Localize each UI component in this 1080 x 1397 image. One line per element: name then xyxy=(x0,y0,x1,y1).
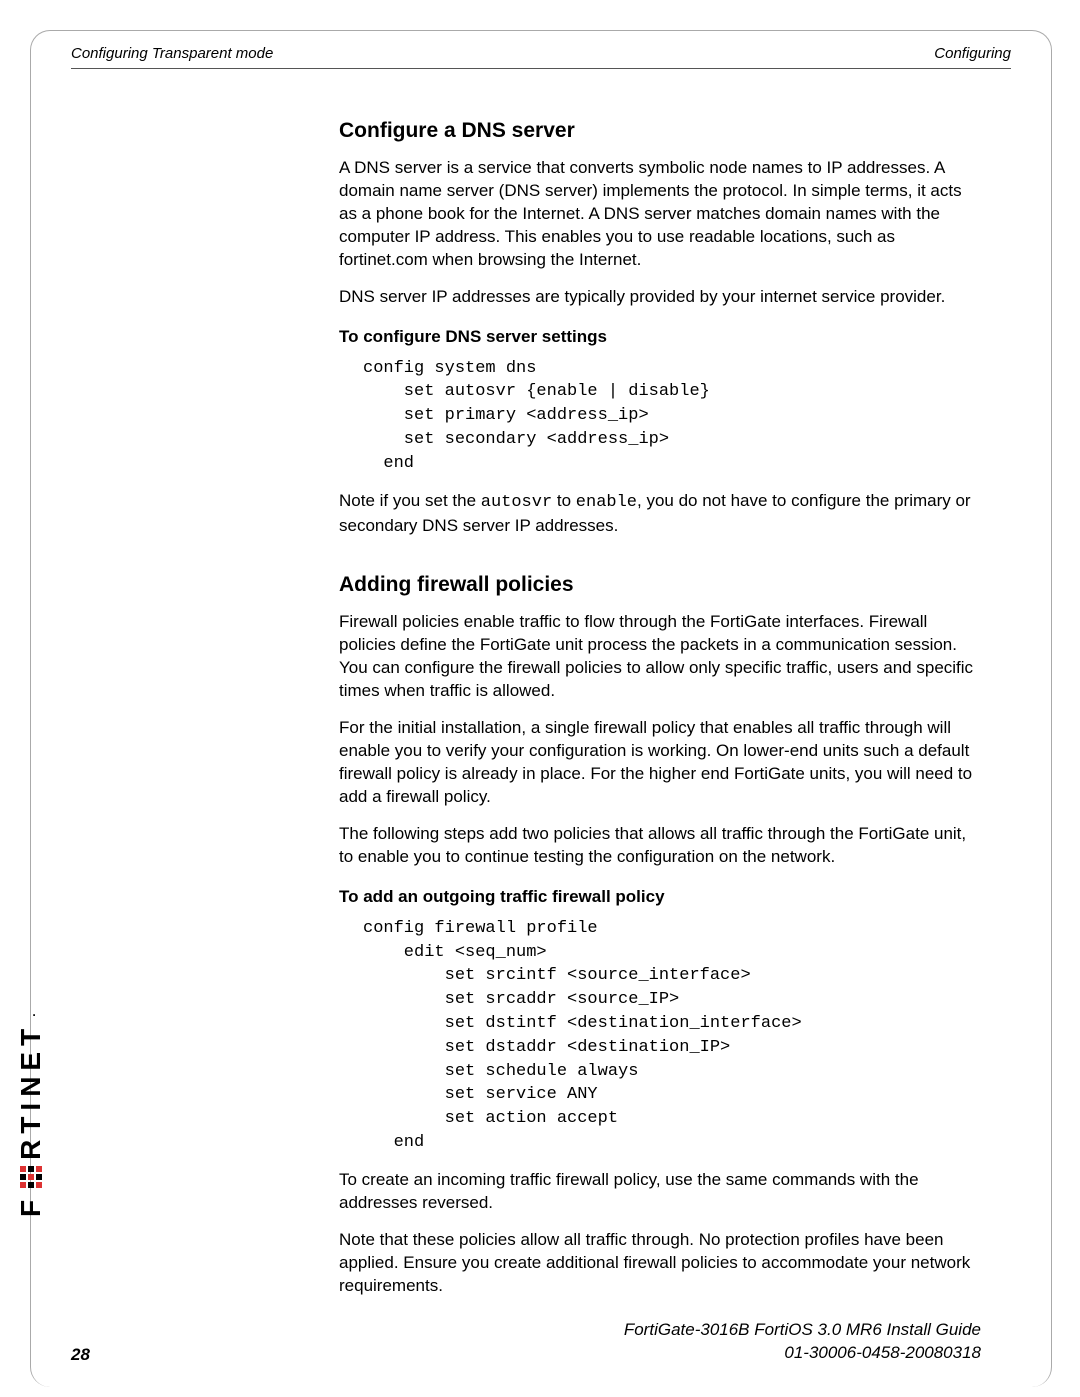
running-header: Configuring Transparent mode Configuring xyxy=(71,45,1011,62)
page-number: 28 xyxy=(71,1345,90,1365)
sub-heading-dns-config: To configure DNS server settings xyxy=(339,327,981,347)
page-footer: 28 FortiGate-3016B FortiOS 3.0 MR6 Insta… xyxy=(71,1319,981,1365)
section-title-dns: Configure a DNS server xyxy=(339,119,981,143)
logo-tm: . xyxy=(24,1007,38,1016)
paragraph: The following steps add two policies tha… xyxy=(339,823,981,869)
footer-doc-id: 01-30006-0458-20080318 xyxy=(624,1342,981,1365)
logo-square-icon xyxy=(20,1166,42,1188)
note-text: to xyxy=(552,491,576,510)
paragraph: A DNS server is a service that converts … xyxy=(339,157,981,272)
note-text: Note if you set the xyxy=(339,491,481,510)
header-left: Configuring Transparent mode xyxy=(71,45,273,62)
paragraph: DNS server IP addresses are typically pr… xyxy=(339,286,981,309)
header-right: Configuring xyxy=(934,45,1011,62)
logo-text: RTINET xyxy=(15,1023,47,1160)
logo-letter-f: F xyxy=(15,1194,47,1217)
inline-code: enable xyxy=(576,493,637,512)
page-frame: Configuring Transparent mode Configuring… xyxy=(30,30,1052,1387)
section-title-firewall: Adding firewall policies xyxy=(339,573,981,597)
inline-code: autosvr xyxy=(481,493,552,512)
code-block-dns: config system dns set autosvr {enable | … xyxy=(363,357,981,476)
header-rule xyxy=(71,68,1011,69)
paragraph: For the initial installation, a single f… xyxy=(339,717,981,809)
footer-doc-title: FortiGate-3016B FortiOS 3.0 MR6 Install … xyxy=(624,1319,981,1342)
paragraph: Firewall policies enable traffic to flow… xyxy=(339,611,981,703)
paragraph: Note that these policies allow all traff… xyxy=(339,1229,981,1298)
main-content: Configure a DNS server A DNS server is a… xyxy=(339,119,981,1298)
sub-heading-firewall-outgoing: To add an outgoing traffic firewall poli… xyxy=(339,887,981,907)
code-block-firewall: config firewall profile edit <seq_num> s… xyxy=(363,917,981,1155)
paragraph-note-dns: Note if you set the autosvr to enable, y… xyxy=(339,490,981,538)
paragraph: To create an incoming traffic firewall p… xyxy=(339,1169,981,1215)
footer-right: FortiGate-3016B FortiOS 3.0 MR6 Install … xyxy=(624,1319,981,1365)
fortinet-logo: F RTINET . xyxy=(15,1007,47,1217)
